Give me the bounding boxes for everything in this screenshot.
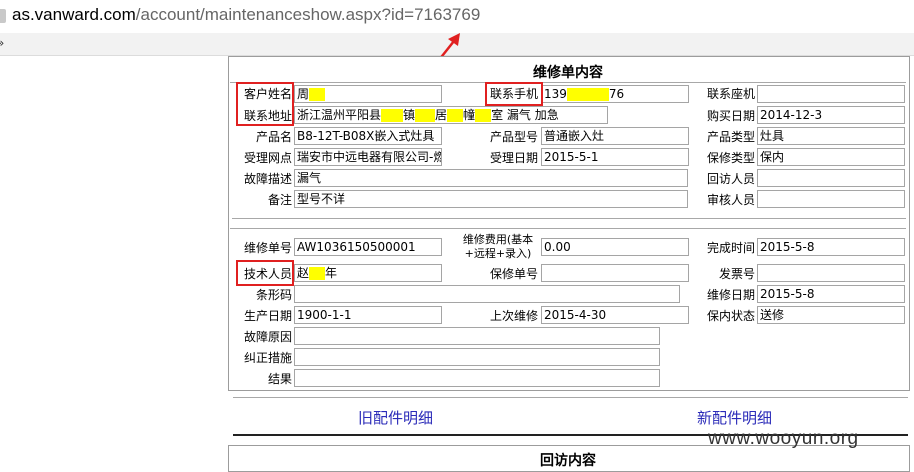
label-repair-no: 维修单号 <box>243 241 292 255</box>
page-icon <box>0 9 6 23</box>
label-finish-time: 完成时间 <box>706 241 755 255</box>
repair-date-field[interactable]: 2015-5-8 <box>757 285 905 303</box>
label-last-repair: 上次维修 <box>489 309 538 323</box>
visitor-field[interactable] <box>757 169 905 187</box>
label-fault-reason: 故障原因 <box>243 330 292 344</box>
label-repair-date: 维修日期 <box>706 288 755 302</box>
label-warranty-status: 保内状态 <box>706 309 755 323</box>
label-result: 结果 <box>267 372 292 386</box>
fault-desc-field[interactable]: 漏气 <box>294 169 688 187</box>
address-field[interactable]: 浙江温州平阳县镇居幢室 漏气 加急 <box>294 106 608 124</box>
production-date-field[interactable]: 1900-1-1 <box>294 306 442 324</box>
repair-no-field[interactable]: AW1036150500001 <box>294 238 442 256</box>
customer-name-field[interactable]: 周 <box>294 85 442 103</box>
product-type-field[interactable]: 灶具 <box>757 127 905 145</box>
warranty-type-field[interactable]: 保内 <box>757 148 905 166</box>
mobile-field[interactable]: 139 76 <box>541 85 689 103</box>
label-invoice-no: 发票号 <box>718 267 755 281</box>
annotation-box <box>485 82 543 106</box>
product-name-field[interactable]: B8-12T-B08X嵌入式灶具 <box>294 127 442 145</box>
divider <box>233 397 908 398</box>
accept-date-field[interactable]: 2015-5-1 <box>541 148 689 166</box>
label-repair-fee: 维修费用(基本+远程+录入) <box>462 233 534 260</box>
label-product-name: 产品名 <box>255 130 292 144</box>
label-fault-desc: 故障描述 <box>243 172 292 186</box>
service-point-field[interactable]: 瑞安市中远电器有限公司-燃 <box>294 148 442 166</box>
result-field[interactable] <box>294 369 660 387</box>
divider <box>230 228 906 229</box>
landline-field[interactable] <box>757 85 905 103</box>
new-parts-link[interactable]: 新配件明细 <box>697 407 772 428</box>
warranty-status-field[interactable]: 送修 <box>757 306 905 324</box>
label-accept-date: 受理日期 <box>489 151 538 165</box>
technician-field[interactable]: 赵年 <box>294 264 442 282</box>
label-warranty-type: 保修类型 <box>706 151 755 165</box>
label-product-type: 产品类型 <box>706 130 755 144</box>
address-bar[interactable]: as.vanward.com/account/maintenanceshow.a… <box>0 0 914 34</box>
label-visitor: 回访人员 <box>706 172 755 186</box>
label-barcode: 条形码 <box>255 288 292 302</box>
url-text[interactable]: as.vanward.com/account/maintenanceshow.a… <box>12 5 480 25</box>
auditor-field[interactable] <box>757 190 905 208</box>
divider <box>230 82 906 83</box>
warranty-no-field[interactable] <box>541 264 689 282</box>
invoice-no-field[interactable] <box>757 264 905 282</box>
last-repair-field[interactable]: 2015-4-30 <box>541 306 689 324</box>
barcode-field[interactable] <box>294 285 680 303</box>
label-service-point: 受理网点 <box>243 151 292 165</box>
label-warranty-no: 保修单号 <box>489 267 538 281</box>
label-production-date: 生产日期 <box>243 309 292 323</box>
annotation-box <box>236 260 294 286</box>
product-model-field[interactable]: 普通嵌入灶 <box>541 127 689 145</box>
divider <box>232 218 906 219</box>
label-product-model: 产品型号 <box>489 130 538 144</box>
remark-field[interactable]: 型号不详 <box>294 190 688 208</box>
fault-reason-field[interactable] <box>294 327 660 345</box>
chevron-right-icon[interactable]: » <box>0 36 4 50</box>
purchase-date-field[interactable]: 2014-12-3 <box>757 106 905 124</box>
annotation-box <box>236 82 294 126</box>
form-title: 维修单内容 <box>533 65 603 81</box>
label-auditor: 审核人员 <box>706 193 755 207</box>
visit-title: 回访内容 <box>540 453 596 469</box>
watermark: www.wooyun.org <box>708 428 859 449</box>
label-remark: 备注 <box>267 193 292 207</box>
old-parts-link[interactable]: 旧配件明细 <box>358 407 433 428</box>
label-landline: 联系座机 <box>706 87 755 101</box>
label-corrective: 纠正措施 <box>243 351 292 365</box>
corrective-field[interactable] <box>294 348 660 366</box>
finish-time-field[interactable]: 2015-5-8 <box>757 238 905 256</box>
repair-fee-field[interactable]: 0.00 <box>541 238 689 256</box>
label-purchase-date: 购买日期 <box>706 109 755 123</box>
